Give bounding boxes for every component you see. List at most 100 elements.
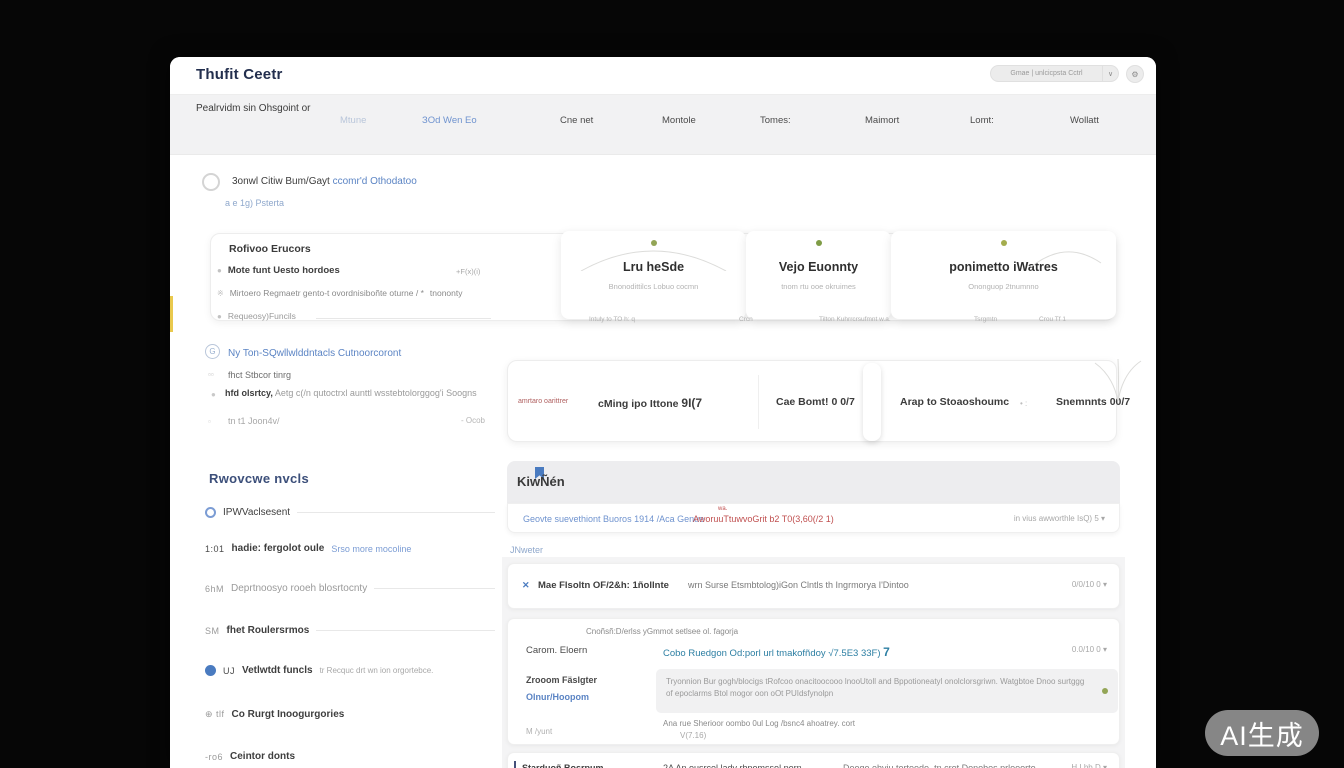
green-dot-icon bbox=[1102, 688, 1108, 694]
nav-item-7[interactable]: Wollatt bbox=[1070, 115, 1099, 126]
green-dot-icon bbox=[816, 240, 822, 246]
progress-item-label: Arap to Stoaoshoumc bbox=[900, 396, 1009, 408]
review-row-label: Mirtoero Regmaetr gento-t ovordnisiboñte… bbox=[230, 288, 424, 298]
tag-icon: -ro6 bbox=[205, 752, 223, 762]
table-row[interactable]: Starduoñ Bosrpum 2A An ousrcel lady rbpo… bbox=[507, 752, 1120, 768]
stat-footnote: Crcn bbox=[739, 316, 753, 323]
green-dot-icon bbox=[1001, 240, 1007, 246]
detail-footer: Ana rue Sherioor oombo 0ul Log /bsnc4 ah… bbox=[663, 719, 855, 728]
bullet-icon: ▫ bbox=[208, 417, 211, 426]
stat-footnote: Tilton Kuhrrcrsufmnt w.a. bbox=[819, 316, 891, 323]
divider bbox=[758, 375, 759, 429]
bullet-icon: ● bbox=[211, 390, 216, 399]
divider bbox=[316, 318, 491, 319]
toolbar-alert-sup: wa. bbox=[718, 506, 727, 512]
table-row-expanded[interactable]: Cnoñsñ:D/erlss yGmmot setlsee ol. fagorj… bbox=[507, 618, 1120, 745]
row-meta-dropdown[interactable]: 0/0/10 0 ▾ bbox=[1072, 580, 1107, 589]
toolbar-alert: AworuuTtuwvoGrit b2 T0(3,60(/2 1) bbox=[693, 514, 834, 524]
sidebar-item-0[interactable]: IPWVaclsesent bbox=[205, 507, 495, 518]
stat-footnote: Intuly to TO h: q bbox=[589, 316, 635, 323]
row-meta-dropdown[interactable]: H I bb D ▾ bbox=[1071, 763, 1107, 768]
scroll-handle[interactable] bbox=[863, 363, 881, 441]
progress-item-value: 9I(7 bbox=[681, 396, 702, 410]
progress-item-label: cMing ipo Ittone bbox=[598, 398, 679, 410]
row-link-text: Cobo Ruedgon Od:porl url tmakofñdoy √7.5… bbox=[663, 648, 883, 659]
row-col-1: Starduoñ Bosrpum bbox=[522, 763, 604, 768]
progress-item-value: 00/7 bbox=[1110, 396, 1130, 408]
app-window: Thufit Ceetr Gmae | unlcicpsta Cctrl ∨ ⚙… bbox=[170, 57, 1156, 768]
nav-item-0[interactable]: Mtune bbox=[340, 115, 366, 126]
sidebar-item-label: IPWVaclsesent bbox=[223, 507, 290, 518]
chevron-down-icon[interactable]: ∨ bbox=[1103, 65, 1119, 82]
bullet-icon: ● bbox=[217, 312, 222, 321]
sidebar-item-label: Vetlwtdt funcls bbox=[242, 665, 313, 676]
list-icon: UJ bbox=[223, 666, 235, 676]
sidebar-item-label: Ceintor donts bbox=[230, 751, 295, 762]
stat-footnote: Tsrgmtn bbox=[974, 316, 997, 323]
aside-link[interactable]: Olnur/Hoopom bbox=[526, 692, 589, 702]
stat-card-0[interactable]: Lru heSde Bnonodittilcs Lobuo cocmn bbox=[561, 231, 746, 319]
nav-item-5[interactable]: Maimort bbox=[865, 115, 899, 126]
review-row-value: +F(x)(i) bbox=[456, 267, 480, 276]
stat-title: Vejo Euonnty bbox=[746, 260, 891, 274]
progress-item-3[interactable]: Snemnnts 00/7 bbox=[1056, 396, 1130, 408]
notice-secondary-link[interactable]: a e 1g) Psterta bbox=[225, 198, 284, 208]
toolbar-link[interactable]: Geovte suevethiont Buoros 1914 /Aca Genu… bbox=[523, 514, 704, 524]
list-icon: SM bbox=[205, 626, 220, 636]
review-row[interactable]: ※ Mirtoero Regmaetr gento-t ovordnisiboñ… bbox=[217, 288, 517, 298]
globe-icon: ⊕ tlf bbox=[205, 709, 225, 720]
gear-icon[interactable]: ⚙ bbox=[1126, 65, 1144, 83]
sidebar-item-3[interactable]: SM fhet Roulersrmos bbox=[205, 625, 495, 636]
progress-caption: amrtaro oarittrer bbox=[518, 398, 576, 405]
sub-header: Pealrvidm sin Ohsgoint or Mtune ЗOd Wen … bbox=[170, 95, 1156, 155]
progress-item-0[interactable]: cMing ipo Ittone 9I(7 bbox=[598, 396, 702, 410]
sidebar-item-label: hadie: fergolot oule bbox=[232, 543, 325, 554]
blue-dot-icon bbox=[205, 665, 216, 676]
doc-icon: ▫▫ bbox=[208, 370, 214, 379]
sidebar-item-4[interactable]: UJ Vetlwtdt funcls tr Recquc drt wn ion … bbox=[205, 665, 495, 676]
divider bbox=[297, 512, 495, 513]
sidebar-item-link[interactable]: Srso more mocoline bbox=[331, 544, 411, 554]
nav-item-2[interactable]: Cne net bbox=[560, 115, 593, 126]
window-header: Thufit Ceetr Gmae | unlcicpsta Cctrl ∨ ⚙ bbox=[170, 57, 1156, 95]
sidebar-item-1[interactable]: 1:01 hadie: fergolot oule Srso more moco… bbox=[205, 543, 495, 554]
quick-link-primary[interactable]: Ny Ton-SQwllwlddntacls Cutnoorcoront bbox=[228, 348, 401, 359]
sidebar-title: Rwovcwe nvcls bbox=[209, 471, 309, 486]
sidebar-item-label: fhet Roulersrmos bbox=[227, 625, 310, 636]
stat-card-2[interactable]: ponimetto iWatres Ononguop 2tnumnno bbox=[891, 231, 1116, 319]
divider bbox=[374, 588, 495, 589]
account-selector[interactable]: Gmae | unlcicpsta Cctrl bbox=[990, 65, 1103, 82]
row-link[interactable]: Cobo Ruedgon Od:porl url tmakofñdoy √7.5… bbox=[663, 645, 890, 659]
notice-link[interactable]: ccomr'd Othodatoo bbox=[333, 176, 417, 187]
divider bbox=[316, 630, 495, 631]
review-row-value: tnononty bbox=[430, 288, 463, 298]
bullet-icon: ● bbox=[217, 266, 222, 275]
quick-link-line2[interactable]: fhct Stbcor tinrg bbox=[228, 370, 291, 380]
panel-header: KiwÑén bbox=[507, 461, 1120, 503]
stat-card-1[interactable]: Vejo Euonnty tnom rtu ooe okruimes bbox=[746, 231, 891, 319]
nav-item-3[interactable]: Montole bbox=[662, 115, 696, 126]
filter-link[interactable]: JNweter bbox=[510, 545, 543, 555]
row-meta-dropdown[interactable]: 0.0/10 0 ▾ bbox=[1072, 645, 1107, 654]
close-icon[interactable]: ✕ bbox=[522, 580, 530, 591]
progress-item-2[interactable]: Arap to Stoaoshoumc bbox=[900, 396, 1009, 408]
review-row-label: Mote funt Uesto hordoes bbox=[228, 265, 340, 276]
nav-item-1[interactable]: ЗOd Wen Eo bbox=[422, 115, 477, 126]
progress-item-1[interactable]: Cae Bomt! 0 0/7 bbox=[776, 396, 855, 408]
stat-subtitle: tnom rtu ooe okruimes bbox=[746, 282, 891, 291]
sidebar-item-2[interactable]: 6hM Deprtnoosyo rooeh blosrtocnty bbox=[205, 583, 495, 594]
notice-text: 3onwl Citiw Bum/Gayt ccomr'd Othodatoo bbox=[232, 176, 417, 187]
sort-dropdown[interactable]: in vius awworthle IsQ) 5 ▾ bbox=[1014, 514, 1105, 523]
progress-item-label: Cae Bomt! bbox=[776, 396, 829, 408]
nav-item-4[interactable]: Tomes: bbox=[760, 115, 791, 126]
sidebar-item-5[interactable]: ⊕ tlf Co Rurgt Inoogurgories bbox=[205, 709, 495, 720]
review-row[interactable]: ● Requeosy)Funcils bbox=[217, 311, 517, 321]
sidebar-item-sub: tr Recquc drt wn ion orgortebce. bbox=[320, 666, 434, 675]
sidebar-item-6[interactable]: -ro6 Ceintor donts bbox=[205, 751, 495, 762]
app-title: Thufit Ceetr bbox=[196, 66, 283, 83]
table-row[interactable]: ✕ Mae Flsoltn OF/2&h: 1ñollnte wrn Surse… bbox=[507, 563, 1120, 609]
stat-subtitle: Bnonodittilcs Lobuo cocmn bbox=[561, 282, 746, 291]
nav-item-6[interactable]: Lomt: bbox=[970, 115, 994, 126]
quick-link-line4[interactable]: tn t1 Joon4v/ bbox=[228, 416, 280, 426]
detail-footer-2: V(7.16) bbox=[680, 731, 706, 740]
